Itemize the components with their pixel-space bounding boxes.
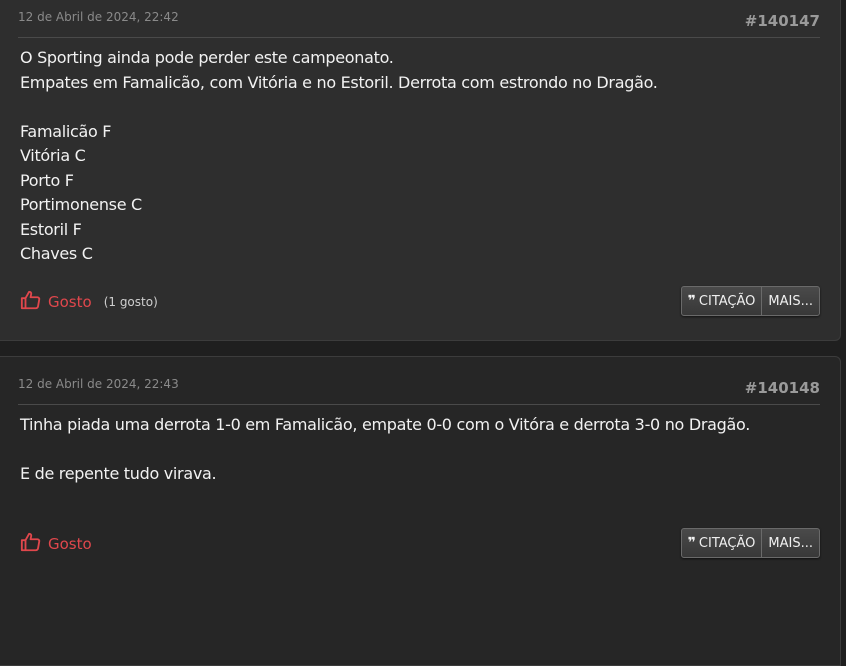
body-line: O Sporting ainda pode perder este campeo… — [20, 48, 394, 67]
post-date: 12 de Abril de 2024, 22:43 — [18, 377, 179, 391]
post-body: O Sporting ainda pode perder este campeo… — [20, 46, 820, 267]
body-line: Porto F — [20, 170, 74, 190]
like-button[interactable]: Gosto — [20, 531, 92, 557]
quote-label: CITAÇÃO — [698, 535, 756, 551]
more-button[interactable]: MAIS... — [761, 529, 819, 557]
body-line — [20, 438, 820, 463]
quote-button[interactable]: ❞ CITAÇÃO — [682, 287, 762, 315]
body-line: E de repente tudo virava. — [20, 464, 217, 483]
post: 12 de Abril de 2024, 22:42 #140147 O Spo… — [0, 0, 841, 341]
quote-icon: ❞ — [687, 293, 696, 309]
post-number-link[interactable]: #140148 — [745, 379, 820, 397]
quote-button[interactable]: ❞ CITAÇÃO — [682, 529, 762, 557]
post-actions: ❞ CITAÇÃO MAIS... — [680, 286, 820, 316]
separator — [18, 404, 820, 405]
body-line: Chaves C — [20, 244, 93, 263]
like-label: Gosto — [48, 535, 92, 553]
body-line: Estoril F — [20, 219, 82, 239]
separator — [18, 37, 820, 38]
body-line: Portimonense C — [20, 195, 142, 214]
post: 12 de Abril de 2024, 22:43 #140148 Tinha… — [0, 356, 841, 666]
thumbs-up-icon — [20, 531, 42, 557]
body-line — [20, 95, 820, 120]
body-line: Famalicão F — [20, 121, 112, 141]
post-date: 12 de Abril de 2024, 22:42 — [18, 10, 179, 24]
thumbs-up-icon — [20, 289, 42, 315]
like-button[interactable]: Gosto (1 gosto) — [20, 289, 158, 315]
body-line: Tinha piada uma derrota 1-0 em Famalicão… — [20, 415, 750, 434]
like-count: (1 gosto) — [103, 295, 158, 309]
post-number-link[interactable]: #140147 — [745, 12, 820, 30]
quote-icon: ❞ — [687, 535, 696, 551]
body-line: Vitória C — [20, 146, 86, 165]
body-line: Empates em Famalicão, com Vitória e no E… — [20, 72, 658, 92]
post-actions: ❞ CITAÇÃO MAIS... — [680, 528, 820, 558]
more-button[interactable]: MAIS... — [761, 287, 819, 315]
like-label: Gosto — [48, 293, 92, 311]
quote-label: CITAÇÃO — [698, 293, 756, 309]
post-body: Tinha piada uma derrota 1-0 em Famalicão… — [20, 413, 820, 487]
